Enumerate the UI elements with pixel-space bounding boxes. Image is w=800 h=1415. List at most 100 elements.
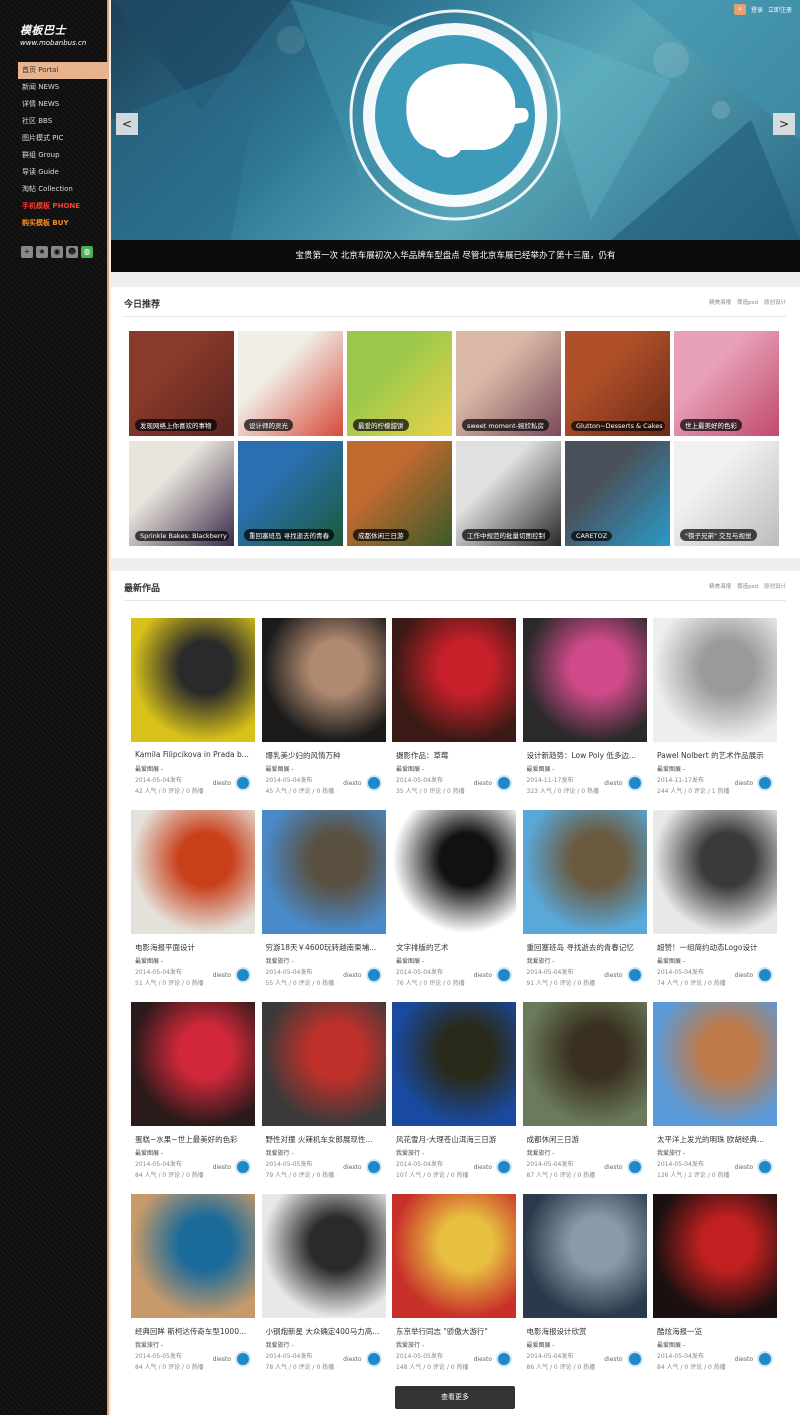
card-category[interactable]: 最爱图展 - [527,1340,555,1349]
card-image[interactable] [131,618,255,742]
card-author[interactable]: diesto [604,1164,622,1171]
recommend-tile[interactable]: "筷子兄弟" 交互与视觉 [674,441,779,546]
card-image[interactable] [131,1194,255,1318]
card-category[interactable]: 我爱旅行 - [266,1340,294,1349]
card-author[interactable]: diesto [343,1164,361,1171]
card-image[interactable] [653,618,777,742]
recommend-link-1[interactable]: 筒造psd [737,298,758,306]
card-image[interactable] [653,1194,777,1318]
card-image[interactable] [522,1194,647,1318]
recommend-tile[interactable]: 设计师的灵光 [238,331,343,436]
card-title[interactable]: 摄影作品：草莓 [396,750,514,761]
recommend-link-2[interactable]: 原创设计 [764,298,786,306]
card-category[interactable]: 我爱旅行 - [657,1148,685,1157]
card-image[interactable] [261,1194,386,1318]
latest-card[interactable]: 野性对撞 火辣机车女郎展现性... 我爱旅行 - 2014-05-05发布 79 人气… [261,1002,386,1182]
card-image[interactable] [653,810,777,934]
card-title[interactable]: 酷炫海报一览 [657,1326,775,1337]
latest-card[interactable]: 太平洋上发光的明珠 欧胡经典... 我爱旅行 - 2014-05-04发布 126 人… [653,1002,777,1182]
card-image[interactable] [522,810,647,934]
sidebar-item-5[interactable]: 群组 Group [18,147,109,164]
avatar[interactable] [235,1351,251,1367]
card-author[interactable]: diesto [735,1356,753,1363]
card-title[interactable]: 风花雪月-大理苍山洱海三日游 [396,1134,514,1145]
card-title[interactable]: 太平洋上发光的明珠 欧胡经典... [657,1134,775,1145]
card-author[interactable]: diesto [735,1164,753,1171]
avatar[interactable] [496,1159,512,1175]
card-image[interactable] [522,1002,647,1126]
card-title[interactable]: Pawel Nolbert 的艺术作品展示 [657,750,775,761]
latest-link-0[interactable]: 精美海报 [709,582,731,590]
avatar[interactable] [757,967,773,983]
latest-card[interactable]: 文字排版的艺术 最爱图展 - 2014-05-04发布 76 人气 / 0 评论 / … [392,810,516,990]
avatar[interactable] [235,967,251,983]
card-category[interactable]: 最爱图展 - [657,956,685,965]
weibo-icon[interactable]: ◉ [51,246,63,258]
recommend-tile[interactable]: Glutton~Desserts & Cakes [565,331,670,436]
card-category[interactable]: 我爱旅行 - [396,1340,424,1349]
wechat-icon[interactable]: ◍ [81,246,93,258]
recommend-tile[interactable]: 成都休闲三日游 [347,441,452,546]
card-author[interactable]: diesto [604,780,622,787]
card-image[interactable] [261,1002,386,1126]
avatar[interactable] [365,775,382,791]
card-title[interactable]: 设计新趋势：Low Poly 低多边... [527,750,645,761]
recommend-tile[interactable]: 世上最美好的色彩 [674,331,779,436]
latest-card[interactable]: 超赞！一组简约动态Logo设计 最爱图展 - 2014-05-04发布 74 人气 /… [653,810,777,990]
latest-card[interactable]: Kamila Filipcikova in Prada b... 最爱图展 - 20… [131,618,255,798]
card-category[interactable]: 最爱图展 - [396,956,424,965]
recommend-tile[interactable]: CARETOZ [565,441,670,546]
avatar[interactable] [496,1351,512,1367]
card-title[interactable]: 重回塞班岛 寻找逝去的青春记忆 [527,942,645,953]
card-author[interactable]: diesto [213,972,231,979]
card-author[interactable]: diesto [343,1356,361,1363]
card-title[interactable]: Kamila Filipcikova in Prada b... [135,750,253,759]
avatar[interactable] [365,1351,382,1367]
latest-link-1[interactable]: 筒造psd [737,582,758,590]
prev-arrow[interactable]: < [116,113,138,135]
recommend-tile[interactable]: 发现网络上你喜欢的事物 [129,331,234,436]
site-logo[interactable]: 模板巴士 www.mobanbus.cn [20,22,86,47]
card-category[interactable]: 最爱图展 - [396,764,424,773]
sidebar-item-9[interactable]: 购买模板 BUY [18,215,109,232]
avatar[interactable] [757,775,773,791]
sidebar-item-2[interactable]: 详情 NEWS [18,96,109,113]
card-author[interactable]: diesto [474,972,492,979]
card-category[interactable]: 我爱旅行 - [135,1340,163,1349]
card-category[interactable]: 最爱图展 - [657,764,685,773]
card-author[interactable]: diesto [213,780,231,787]
latest-card[interactable]: 酷炫海报一览 最爱图展 - 2014-05-04发布 84 人气 / 0 评论 / 0… [653,1194,777,1374]
register-link[interactable]: 立即注册 [768,5,792,14]
card-title[interactable]: 爆乳美少妇的风情万种 [266,750,384,761]
recommend-tile[interactable]: 最爱的柠檬甜饼 [347,331,452,436]
sidebar-item-0[interactable]: 首页 Portal [18,62,109,79]
card-category[interactable]: 我爱旅行 - [527,1148,555,1157]
latest-card[interactable]: 电影海报平面设计 最爱图展 - 2014-05-04发布 51 人气 / 0 评论 /… [131,810,255,990]
latest-card[interactable]: 穷游18天￥4600玩转越南柬埔... 我爱旅行 - 2014-05-04发布 55 … [261,810,386,990]
card-category[interactable]: 最爱图展 - [527,764,555,773]
avatar[interactable] [626,967,643,983]
card-title[interactable]: 文字排版的艺术 [396,942,514,953]
latest-card[interactable]: 东京举行同志 "骄傲大游行" 我爱旅行 - 2014-05-05发布 148 人气 /… [392,1194,516,1374]
latest-card[interactable]: 蛋糕~水果~世上最美好的色彩 最爱图展 - 2014-05-04发布 84 人气 / … [131,1002,255,1182]
recommend-link-0[interactable]: 精美海报 [709,298,731,306]
sidebar-item-1[interactable]: 新闻 NEWS [18,79,109,96]
card-author[interactable]: diesto [604,972,622,979]
card-category[interactable]: 最爱图展 - [135,956,163,965]
card-title[interactable]: 电影海报平面设计 [135,942,253,953]
avatar[interactable] [626,775,643,791]
next-arrow[interactable]: > [773,113,795,135]
card-author[interactable]: diesto [343,780,361,787]
card-author[interactable]: diesto [604,1356,622,1363]
latest-card[interactable]: 风花雪月-大理苍山洱海三日游 我爱旅行 - 2014-05-04发布 107 人气 /… [392,1002,516,1182]
card-category[interactable]: 我爱旅行 - [527,956,555,965]
latest-card[interactable]: 经典回眸 斯柯达传奇车型1000... 我爱旅行 - 2014-05-05发布 84 … [131,1194,255,1374]
login-link[interactable]: 登录 [751,5,763,14]
card-author[interactable]: diesto [343,972,361,979]
card-title[interactable]: 小钢炮新星 大众确定400马力高... [266,1326,384,1337]
recommend-tile[interactable]: Sprinkle Bakes: Blackberry [129,441,234,546]
avatar[interactable] [757,1351,773,1367]
recommend-tile[interactable]: 重回塞班岛 寻找逝去的青春 [238,441,343,546]
avatar[interactable] [757,1159,773,1175]
card-image[interactable] [653,1002,777,1126]
